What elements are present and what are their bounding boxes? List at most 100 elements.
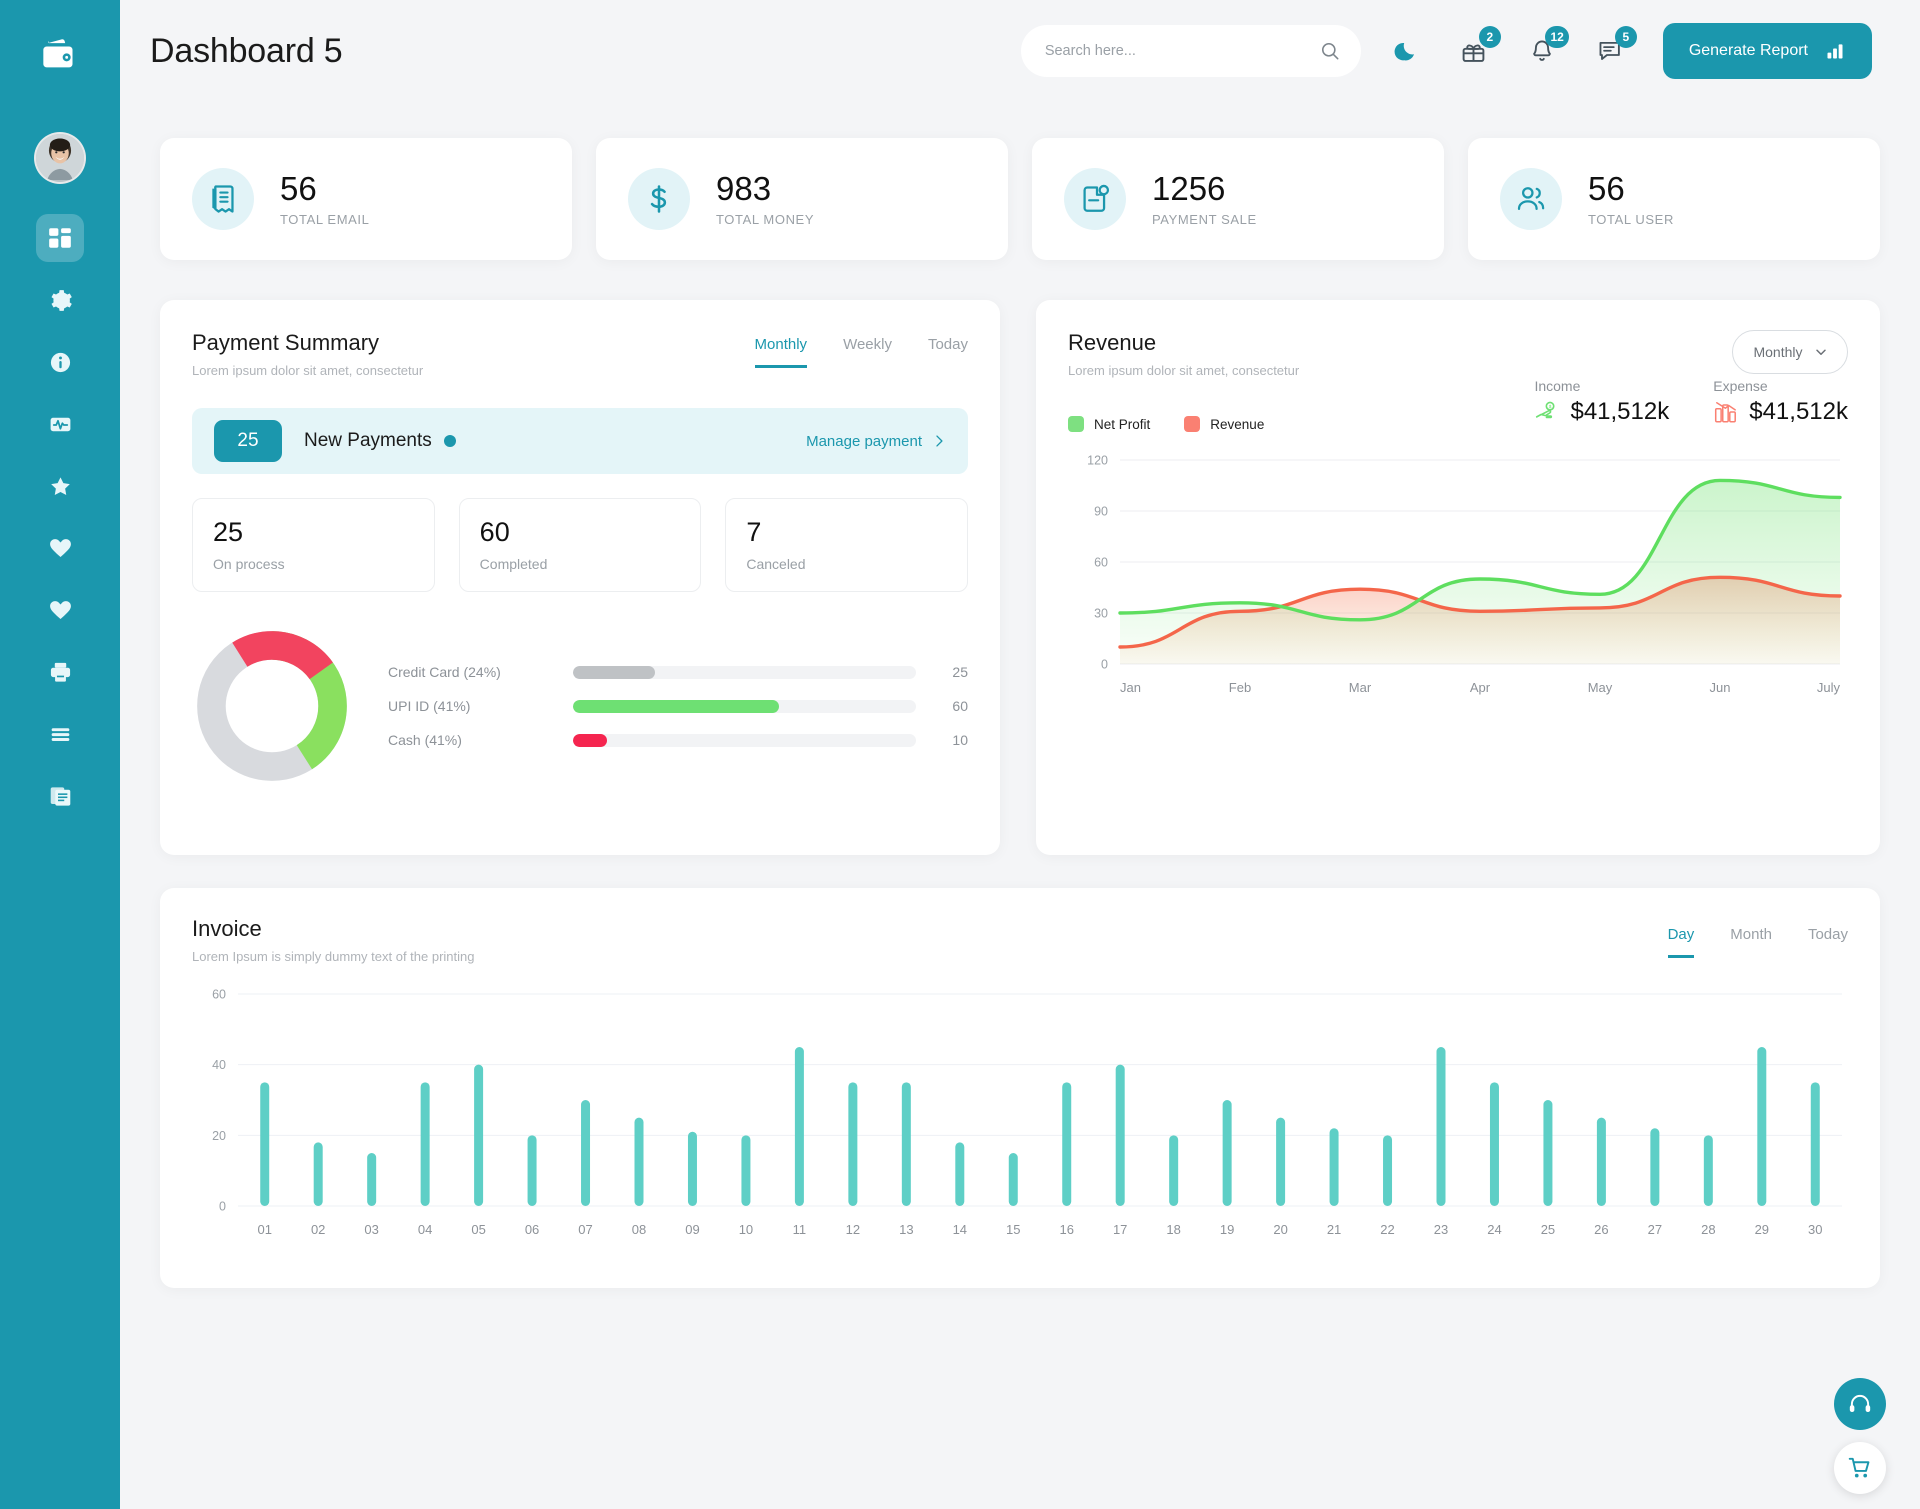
sidebar-item-favorites[interactable]	[36, 462, 84, 510]
invoice-bar[interactable]	[1650, 1128, 1660, 1206]
tab-day[interactable]: Day	[1667, 926, 1695, 958]
invoice-bar[interactable]	[1008, 1153, 1018, 1206]
invoice-bar[interactable]	[367, 1153, 377, 1206]
invoice-bar[interactable]	[1276, 1117, 1286, 1206]
invoice-bar[interactable]	[474, 1064, 484, 1206]
tab-monthly[interactable]: Monthly	[754, 336, 808, 368]
invoice-bar[interactable]	[1489, 1082, 1499, 1206]
heart-filled-icon	[49, 600, 71, 619]
sidebar-item-settings[interactable]	[36, 276, 84, 324]
receipt-icon	[212, 185, 234, 213]
invoice-bar[interactable]	[260, 1082, 270, 1206]
income-value: $41,512k	[1570, 398, 1670, 425]
revenue-subtitle: Lorem ipsum dolor sit amet, consectetur	[1068, 363, 1300, 378]
avatar[interactable]	[34, 132, 86, 184]
invoice-bar[interactable]	[1169, 1135, 1179, 1206]
gifts-button[interactable]: 2	[1451, 26, 1501, 74]
invoice-bar[interactable]	[687, 1131, 697, 1206]
mini-stat-value: 60	[479, 517, 510, 547]
invoice-bar[interactable]	[1383, 1135, 1393, 1206]
expense-value: $41,512k	[1749, 398, 1848, 425]
payment-mini-stats: 25 On process 60 Completed 7 Canceled	[192, 498, 969, 592]
payment-summary-tabs: Monthly Weekly Today	[754, 336, 968, 368]
app-logo[interactable]	[28, 22, 92, 86]
header-actions: 2 12 5 Generate Report	[1020, 23, 1872, 79]
invoice-bar[interactable]	[313, 1142, 323, 1206]
invoice-bar[interactable]	[794, 1047, 804, 1206]
search-input[interactable]	[1044, 43, 1319, 59]
stat-value: 1256	[1152, 170, 1226, 208]
invoice-bar[interactable]	[581, 1100, 591, 1206]
svg-text:40: 40	[212, 1058, 226, 1072]
invoice-bar[interactable]	[741, 1135, 751, 1206]
tab-today[interactable]: Today	[928, 336, 968, 368]
invoice-bar[interactable]	[1543, 1100, 1553, 1206]
revenue-x-axis-labels: Jan Feb Mar Apr May Jun July	[1120, 680, 1840, 695]
sidebar-item-documents[interactable]	[36, 772, 84, 820]
revenue-area-chart: 0 30 60 90 120 Jan Feb Mar Apr May Jun July	[1087, 454, 1842, 695]
method-progress-track	[573, 699, 916, 713]
invoice-bar[interactable]	[901, 1082, 911, 1206]
stat-card-total-email[interactable]: 56 TOTAL EMAIL	[160, 138, 572, 260]
invoice-bar[interactable]	[955, 1142, 965, 1206]
stat-card-total-user[interactable]: 56 TOTAL USER	[1468, 138, 1880, 260]
sidebar-item-liked[interactable]	[36, 524, 84, 572]
new-payments-banner[interactable]: 25 New Payments Manage payment	[192, 408, 968, 474]
printer-icon	[50, 662, 70, 682]
generate-report-button[interactable]: Generate Report	[1662, 23, 1872, 79]
sidebar-item-wishlist[interactable]	[36, 586, 84, 634]
page-title: Dashboard 5	[150, 31, 343, 70]
tab-month[interactable]: Month	[1730, 926, 1772, 958]
svg-text:Mar: Mar	[1349, 680, 1372, 695]
invoice-card: Invoice Lorem Ipsum is simply dummy text…	[160, 888, 1880, 1288]
invoice-bar[interactable]	[1757, 1047, 1767, 1206]
invoice-bar[interactable]	[1703, 1135, 1713, 1206]
sidebar-item-print[interactable]	[36, 648, 84, 696]
dark-mode-toggle[interactable]	[1383, 28, 1429, 74]
svg-text:10: 10	[739, 1222, 753, 1237]
manage-payment-link[interactable]: Manage payment	[806, 433, 946, 450]
invoice-bar[interactable]	[1222, 1100, 1232, 1206]
notifications-button[interactable]: 12	[1519, 26, 1569, 74]
sidebar-item-dashboard[interactable]	[36, 214, 84, 262]
gear-icon	[50, 289, 72, 311]
star-icon	[50, 476, 70, 495]
dashboard-grid-icon	[49, 228, 71, 248]
revenue-period-select[interactable]: Monthly	[1732, 330, 1848, 374]
svg-text:16: 16	[1059, 1222, 1073, 1237]
invoice-bar[interactable]	[1062, 1082, 1072, 1206]
stat-card-total-money[interactable]: 983 TOTAL MONEY	[596, 138, 1008, 260]
invoice-bar[interactable]	[1810, 1082, 1820, 1206]
search-box[interactable]	[1020, 25, 1361, 77]
income-row: $ $41,512k	[1534, 398, 1669, 426]
method-value: 10	[952, 732, 968, 748]
sidebar-item-menu[interactable]	[36, 710, 84, 758]
tab-today[interactable]: Today	[1808, 926, 1848, 958]
invoice-bar[interactable]	[634, 1117, 644, 1206]
legend-swatch	[1068, 416, 1084, 432]
svg-text:25: 25	[1541, 1222, 1555, 1237]
invoice-bar[interactable]	[420, 1082, 430, 1206]
tab-weekly[interactable]: Weekly	[843, 336, 892, 368]
invoice-bar[interactable]	[848, 1082, 858, 1206]
support-button[interactable]	[1834, 1378, 1886, 1430]
messages-button[interactable]: 5	[1587, 26, 1637, 74]
cart-icon	[1848, 1457, 1870, 1478]
invoice-bar[interactable]	[1115, 1064, 1125, 1206]
sidebar-nav	[0, 214, 120, 834]
stat-card-payment-sale[interactable]: 1256 PAYMENT SALE	[1032, 138, 1444, 260]
legend-revenue: Revenue	[1184, 416, 1264, 432]
invoice-bar[interactable]	[1436, 1047, 1446, 1206]
method-name: Credit Card (24%)	[388, 664, 501, 680]
invoice-bar[interactable]	[1329, 1128, 1339, 1206]
svg-text:120: 120	[1087, 454, 1108, 468]
invoice-bar[interactable]	[1596, 1117, 1606, 1206]
method-progress-fill	[573, 699, 779, 713]
invoice-bar[interactable]	[527, 1135, 537, 1206]
sidebar-item-info[interactable]	[36, 338, 84, 386]
method-progress-fill	[573, 733, 608, 747]
cart-button[interactable]	[1834, 1442, 1886, 1494]
search-icon[interactable]	[1319, 40, 1341, 62]
sidebar-item-activity[interactable]	[36, 400, 84, 448]
status-dot-icon	[443, 435, 456, 447]
